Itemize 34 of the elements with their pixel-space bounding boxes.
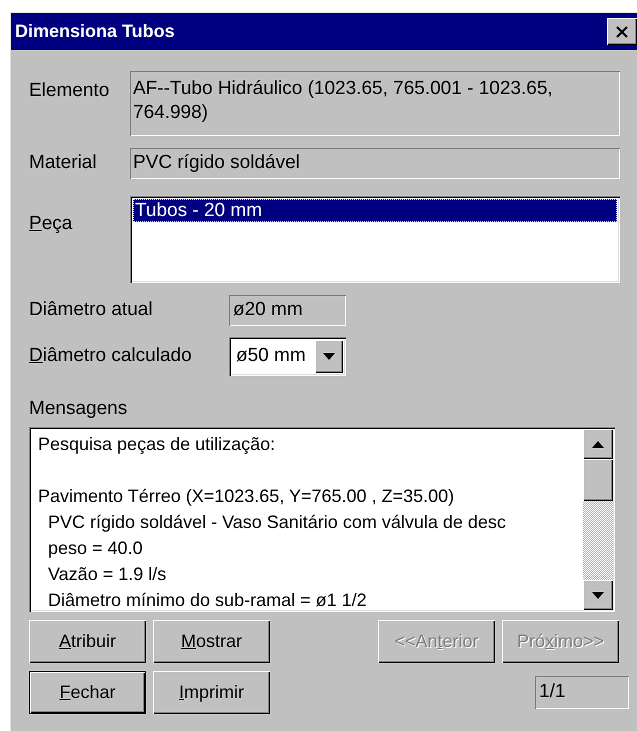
- dropdown-button[interactable]: [315, 340, 343, 373]
- page-counter-field: 1/1: [535, 676, 629, 709]
- window-title: Dimensiona Tubos: [15, 20, 175, 43]
- elemento-field: AF--Tubo Hidráulico (1023.65, 765.001 - 1023.65, 764.998): [130, 71, 620, 136]
- scroll-thumb[interactable]: [583, 459, 613, 501]
- peca-listbox[interactable]: Tubos - 20 mm: [130, 196, 620, 283]
- material-field: PVC rígido soldável: [130, 148, 620, 179]
- message-line: Diâmetro mínimo do sub-ramal = ø1 1/2: [47, 589, 368, 610]
- diametro-atual-field: ø20 mm: [229, 295, 346, 326]
- message-line: PVC rígido soldável - Vaso Sanitário com válvula de desc: [47, 511, 507, 534]
- message-line: Vazão = 1.9 l/s: [47, 563, 168, 586]
- peca-label: Peça: [29, 212, 74, 236]
- up-arrow-icon: [592, 440, 604, 448]
- default-dialog-button[interactable]: Fechar: [29, 671, 146, 714]
- dialog-button[interactable]: Mostrar: [153, 620, 270, 663]
- scroll-down-button[interactable]: [583, 580, 613, 610]
- elemento-label: Elemento: [29, 79, 110, 103]
- diametro-calculado-label: Diâmetro calculado: [29, 344, 193, 368]
- diametro-dropdown[interactable]: ø50 mm: [229, 337, 346, 376]
- dialog-button[interactable]: Imprimir: [153, 671, 270, 714]
- message-line: peso = 40.0: [47, 537, 144, 560]
- mensagens-label: Mensagens: [29, 399, 128, 419]
- message-line: Pesquisa peças de utilização:: [38, 433, 276, 456]
- material-label: Material: [29, 151, 98, 176]
- message-line: Pavimento Térreo (X=1023.65, Y=765.00 , Z=35.00): [38, 485, 456, 508]
- scroll-up-button[interactable]: [583, 429, 613, 459]
- down-arrow-icon: [592, 592, 604, 598]
- caret-icon: [323, 353, 335, 360]
- scrollbar[interactable]: [583, 429, 613, 610]
- dialog-button[interactable]: Atribuir: [29, 620, 146, 663]
- list-item[interactable]: Tubos - 20 mm: [133, 199, 617, 222]
- diametro-atual-label: Diâmetro atual: [29, 298, 154, 322]
- close-button[interactable]: [607, 18, 637, 45]
- close-icon: [615, 24, 629, 38]
